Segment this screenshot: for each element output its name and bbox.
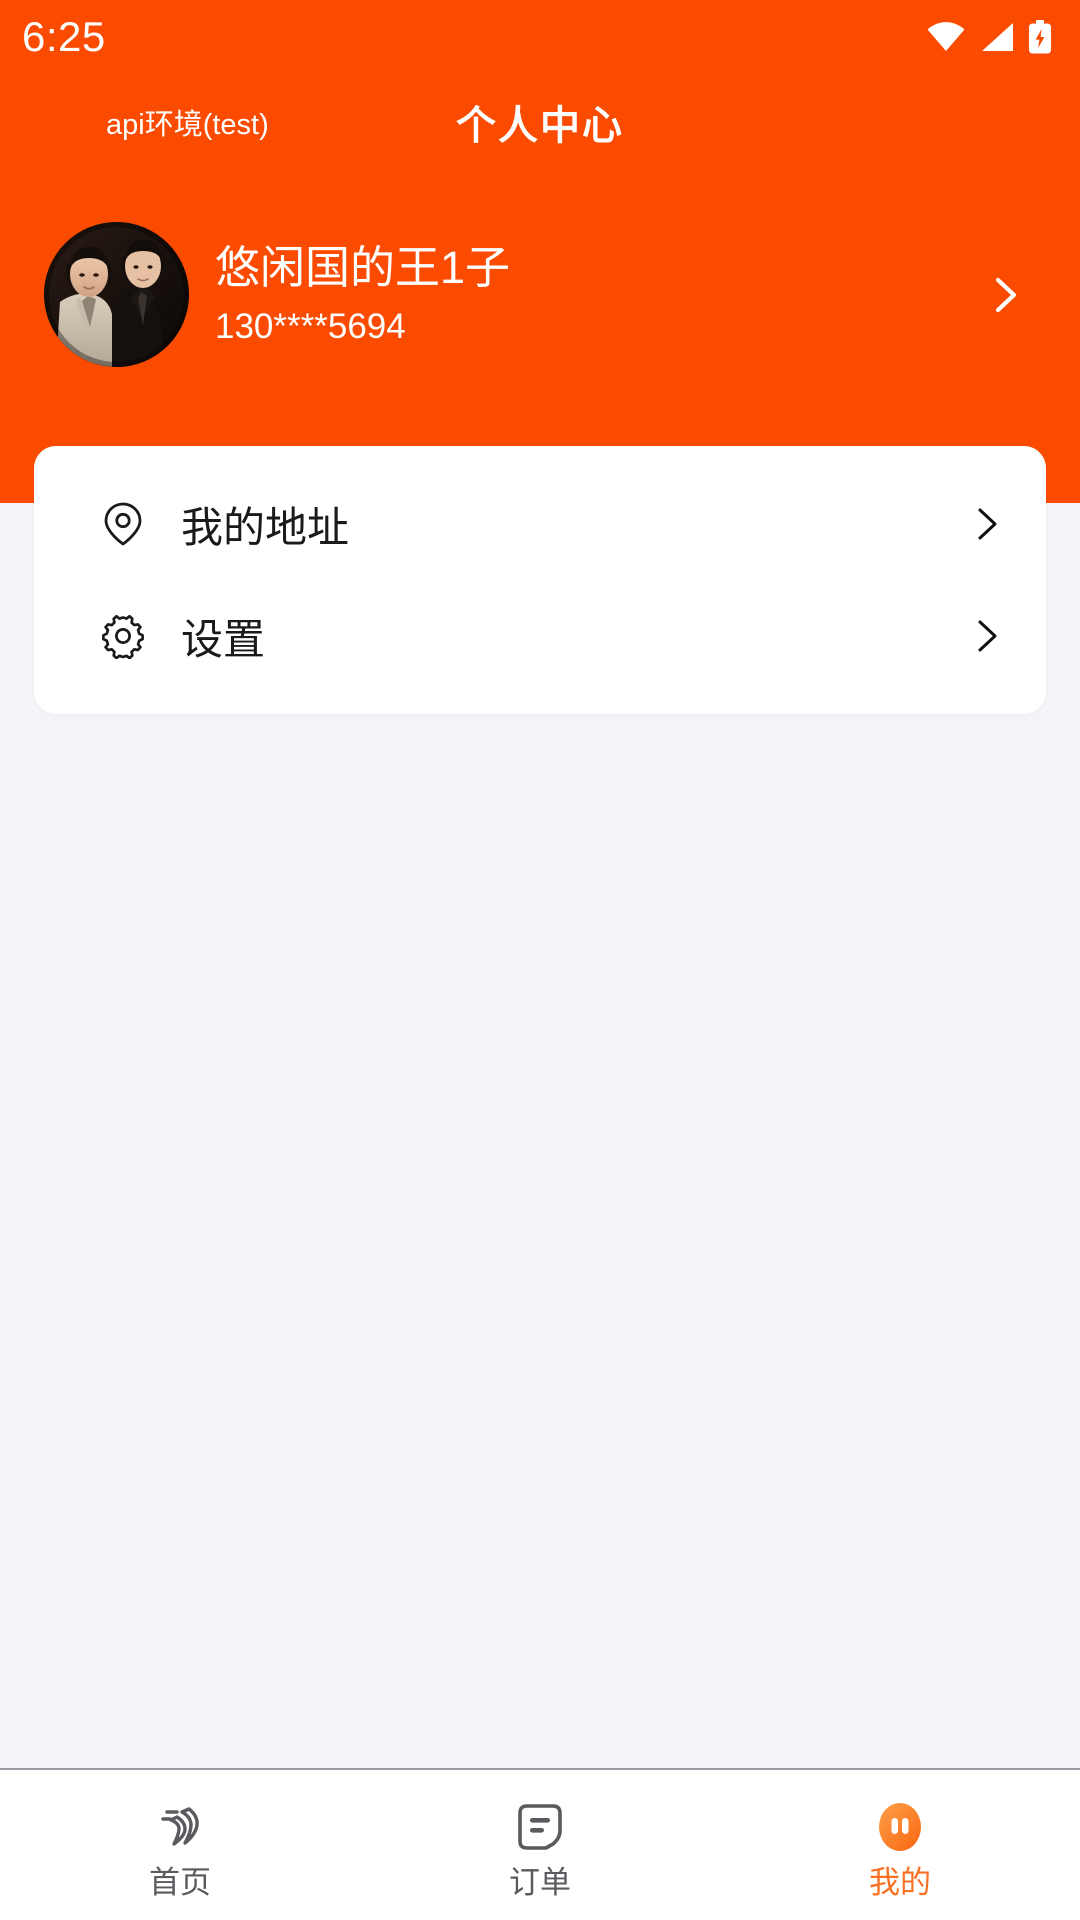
profile-phone: 130****5694 [215, 306, 406, 346]
personal-center-screen: 6:25 api环境(test) 个人中心 悠闲国的王1子 130****569… [0, 0, 1080, 1920]
profile-text: 悠闲国的王1子 130****5694 [215, 240, 982, 350]
battery-charging-icon [1028, 20, 1052, 54]
title-bar: api环境(test) 个人中心 [0, 74, 1080, 170]
profile-face-icon [871, 1798, 929, 1856]
menu-card: 我的地址 设置 [34, 446, 1046, 714]
nav-item-orders[interactable]: 订单 [360, 1770, 720, 1920]
chevron-right-icon[interactable] [966, 616, 1006, 656]
nav-item-label: 首页 [149, 1865, 211, 1900]
location-pin-icon [100, 501, 146, 547]
status-bar-icons [926, 20, 1052, 54]
chevron-right-icon[interactable] [966, 504, 1006, 544]
signal-icon [979, 22, 1015, 52]
menu-item-label: 设置 [181, 615, 266, 663]
nav-item-label: 我的 [869, 1865, 931, 1900]
menu-item-my-address[interactable]: 我的地址 [34, 468, 1046, 580]
bottom-navigation: 首页 订单 我的 [0, 1770, 1080, 1920]
nav-item-mine[interactable]: 我的 [720, 1770, 1080, 1920]
document-icon [511, 1798, 569, 1856]
nav-item-home[interactable]: 首页 [0, 1770, 360, 1920]
status-bar: 6:25 [0, 0, 1080, 74]
menu-item-label: 我的地址 [181, 503, 350, 551]
chevron-right-icon[interactable] [982, 272, 1028, 318]
wifi-icon [926, 22, 966, 52]
menu-item-settings[interactable]: 设置 [34, 580, 1046, 692]
profile-name: 悠闲国的王1子 [215, 241, 511, 293]
user-avatar[interactable] [44, 222, 189, 367]
nav-item-label: 订单 [509, 1865, 571, 1900]
home-speed-icon [151, 1798, 209, 1856]
page-title: 个人中心 [456, 104, 624, 148]
profile-row[interactable]: 悠闲国的王1子 130****5694 [0, 212, 1080, 377]
status-bar-time: 6:25 [22, 13, 106, 60]
gear-icon [100, 613, 146, 659]
